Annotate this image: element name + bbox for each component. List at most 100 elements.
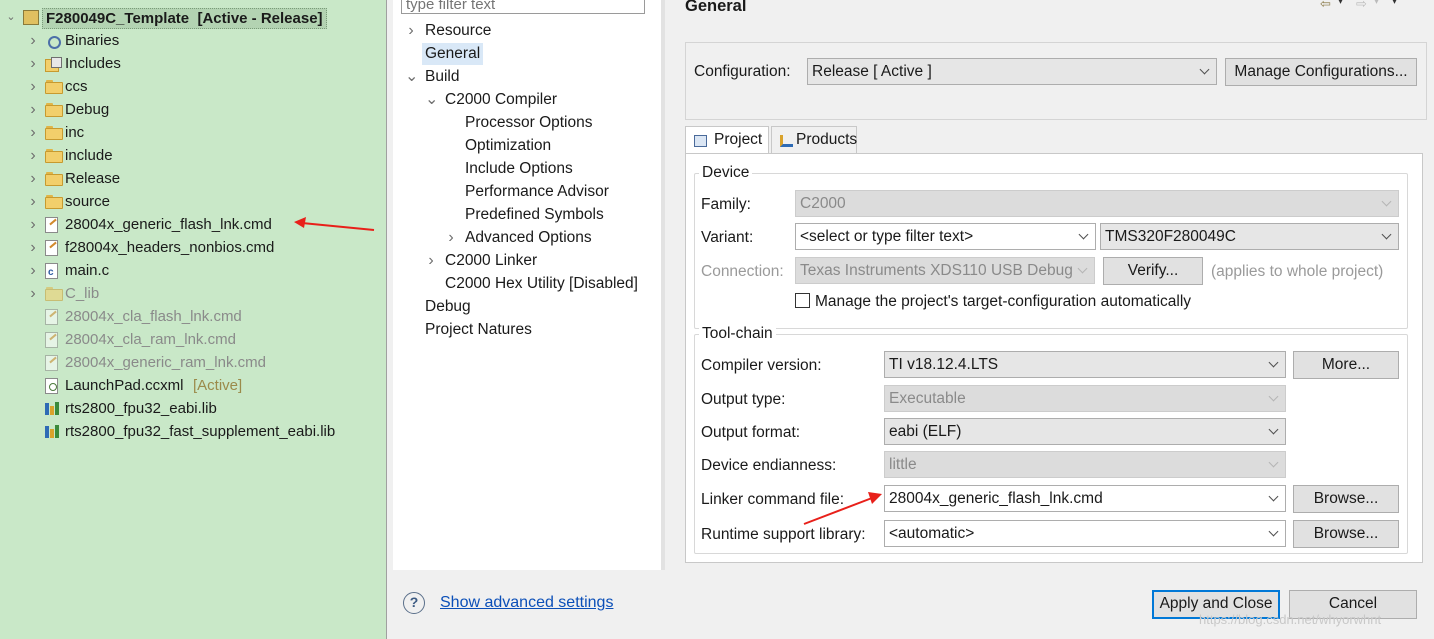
property-page-node[interactable]: ⌄ Build bbox=[393, 66, 659, 88]
chevron-right-icon[interactable]: › bbox=[27, 29, 39, 52]
property-page-node[interactable]: Include Options bbox=[393, 158, 659, 180]
tree-item[interactable]: 28004x_generic_ram_lnk.cmd bbox=[0, 351, 380, 374]
project-root[interactable]: ⌄ F280049C_Template [Active - Release] bbox=[0, 6, 380, 29]
show-advanced-settings-link[interactable]: Show advanced settings bbox=[440, 594, 613, 612]
tree-item[interactable]: › main.c bbox=[0, 259, 380, 284]
verify-button[interactable]: Verify... bbox=[1103, 257, 1203, 285]
chevron-right-icon[interactable]: › bbox=[27, 52, 39, 75]
help-icon[interactable]: ? bbox=[403, 592, 425, 614]
tree-item[interactable]: › ccs bbox=[0, 75, 380, 98]
property-page-node[interactable]: Debug bbox=[393, 296, 659, 318]
chevron-right-icon[interactable]: › bbox=[27, 121, 39, 144]
chevron-right-icon[interactable]: › bbox=[445, 227, 457, 249]
tree-item[interactable]: › inc bbox=[0, 121, 380, 144]
browse-runtime-button[interactable]: Browse... bbox=[1293, 520, 1399, 548]
chevron-right-icon[interactable]: › bbox=[425, 250, 437, 272]
configuration-select[interactable]: Release [ Active ] bbox=[807, 58, 1217, 85]
tree-item[interactable]: LaunchPad.ccxml [Active] bbox=[0, 374, 380, 397]
forward-arrow-icon[interactable]: ⇨ bbox=[1356, 0, 1367, 12]
tab-project[interactable]: Project bbox=[685, 126, 769, 155]
configuration-label: Configuration: bbox=[694, 63, 791, 80]
chevron-right-icon[interactable]: › bbox=[27, 282, 39, 305]
tree-item[interactable]: rts2800_fpu32_fast_supplement_eabi.lib bbox=[0, 420, 380, 443]
property-page-node[interactable]: C2000 Hex Utility [Disabled] bbox=[393, 273, 659, 295]
linker-command-file-combo[interactable]: 28004x_generic_flash_lnk.cmd bbox=[884, 485, 1286, 512]
runtime-library-combo[interactable]: <automatic> bbox=[884, 520, 1286, 547]
project-name: F280049C_Template bbox=[46, 10, 190, 27]
view-menu-icon[interactable]: ▾ bbox=[1392, 0, 1397, 7]
family-select[interactable]: C2000 bbox=[795, 190, 1399, 217]
manage-target-config-checkbox[interactable] bbox=[795, 293, 810, 308]
property-page-node[interactable]: › C2000 Linker bbox=[393, 250, 659, 272]
property-page-node-label: Debug bbox=[425, 298, 471, 315]
tree-item[interactable]: › Release bbox=[0, 167, 380, 190]
chevron-right-icon[interactable]: › bbox=[27, 98, 39, 121]
property-page-node-label: Project Natures bbox=[425, 321, 532, 338]
property-page-node[interactable]: ⌄ C2000 Compiler bbox=[393, 89, 659, 111]
watermark: https://blog.csdn.net/whyorwhnt bbox=[1199, 612, 1382, 627]
tree-item[interactable]: › Includes bbox=[0, 52, 380, 75]
tree-item[interactable]: 28004x_cla_flash_lnk.cmd bbox=[0, 305, 380, 328]
tree-item[interactable]: 28004x_cla_ram_lnk.cmd bbox=[0, 328, 380, 351]
variant-filter-combo[interactable]: <select or type filter text> bbox=[795, 223, 1096, 250]
navigation-arrows: ⇦ ▾ ⇨ ▾ ▾ bbox=[1320, 0, 1420, 12]
property-page-node[interactable]: Predefined Symbols bbox=[393, 204, 659, 226]
chevron-down-icon[interactable]: ⌄ bbox=[425, 89, 438, 111]
tab-products[interactable]: Products bbox=[771, 126, 857, 154]
tree-item[interactable]: › Binaries bbox=[0, 29, 380, 52]
chevron-down-icon[interactable]: ⌄ bbox=[5, 6, 17, 29]
compiler-version-select[interactable]: TI v18.12.4.LTS bbox=[884, 351, 1286, 378]
browse-linker-button[interactable]: Browse... bbox=[1293, 485, 1399, 513]
tree-item[interactable]: › f28004x_headers_nonbios.cmd bbox=[0, 236, 380, 259]
more-button[interactable]: More... bbox=[1293, 351, 1399, 379]
tree-item-label: Binaries bbox=[65, 32, 120, 49]
output-format-select[interactable]: eabi (ELF) bbox=[884, 418, 1286, 445]
tree-item[interactable]: rts2800_fpu32_eabi.lib bbox=[0, 397, 380, 420]
tree-item-label: main.c bbox=[65, 262, 110, 279]
property-page-node[interactable]: Project Natures bbox=[393, 319, 659, 341]
back-menu-chevron-icon[interactable]: ▾ bbox=[1338, 0, 1343, 7]
chevron-right-icon[interactable]: › bbox=[27, 167, 39, 190]
filter-input[interactable] bbox=[401, 0, 645, 14]
chevron-right-icon[interactable]: › bbox=[27, 259, 39, 282]
back-arrow-icon[interactable]: ⇦ bbox=[1320, 0, 1331, 12]
chevron-right-icon[interactable]: › bbox=[27, 236, 39, 259]
tree-item-label: source bbox=[65, 193, 111, 210]
manage-configurations-button[interactable]: Manage Configurations... bbox=[1225, 58, 1417, 86]
linker-file-icon bbox=[45, 217, 58, 233]
tree-item-label: inc bbox=[65, 124, 85, 141]
pane-sash[interactable] bbox=[661, 0, 665, 570]
forward-menu-chevron-icon[interactable]: ▾ bbox=[1374, 0, 1379, 7]
tree-item-label: Includes bbox=[65, 55, 121, 72]
chevron-right-icon[interactable]: › bbox=[27, 190, 39, 213]
chevron-down-icon[interactable]: ⌄ bbox=[405, 66, 418, 88]
chevron-right-icon[interactable]: › bbox=[27, 213, 39, 236]
tree-item[interactable]: › Debug bbox=[0, 98, 380, 121]
connection-select[interactable]: Texas Instruments XDS110 USB Debug bbox=[795, 257, 1095, 284]
property-page-node[interactable]: › Resource bbox=[393, 20, 659, 42]
property-page-node[interactable]: Optimization bbox=[393, 135, 659, 157]
linker-file-icon bbox=[45, 240, 58, 256]
property-page-node[interactable]: Processor Options bbox=[393, 112, 659, 134]
variant-select[interactable]: TMS320F280049C bbox=[1100, 223, 1399, 250]
property-page-node[interactable]: Performance Advisor bbox=[393, 181, 659, 203]
applies-note: (applies to whole project) bbox=[1211, 263, 1384, 280]
tree-item[interactable]: › source bbox=[0, 190, 380, 213]
output-type-select[interactable]: Executable bbox=[884, 385, 1286, 412]
chevron-down-icon bbox=[1268, 452, 1280, 477]
connection-value: Texas Instruments XDS110 USB Debug bbox=[800, 262, 1073, 279]
property-page-node[interactable]: › Advanced Options bbox=[393, 227, 659, 249]
property-page-node[interactable]: General bbox=[393, 43, 659, 65]
tree-item-label: 28004x_cla_flash_lnk.cmd bbox=[65, 308, 242, 325]
chevron-right-icon[interactable]: › bbox=[27, 75, 39, 98]
property-page-node-label: Build bbox=[425, 68, 460, 85]
tree-item[interactable]: › include bbox=[0, 144, 380, 167]
chevron-down-icon bbox=[1268, 521, 1280, 546]
binaries-icon bbox=[45, 33, 61, 49]
properties-dialog: ›ResourceGeneral⌄Build⌄C2000 CompilerPro… bbox=[386, 0, 1434, 639]
tree-item[interactable]: › 28004x_generic_flash_lnk.cmd bbox=[0, 213, 380, 236]
chevron-right-icon[interactable]: › bbox=[405, 20, 417, 42]
chevron-right-icon[interactable]: › bbox=[27, 144, 39, 167]
tree-item[interactable]: › C_lib bbox=[0, 282, 380, 305]
endianness-select[interactable]: little bbox=[884, 451, 1286, 478]
